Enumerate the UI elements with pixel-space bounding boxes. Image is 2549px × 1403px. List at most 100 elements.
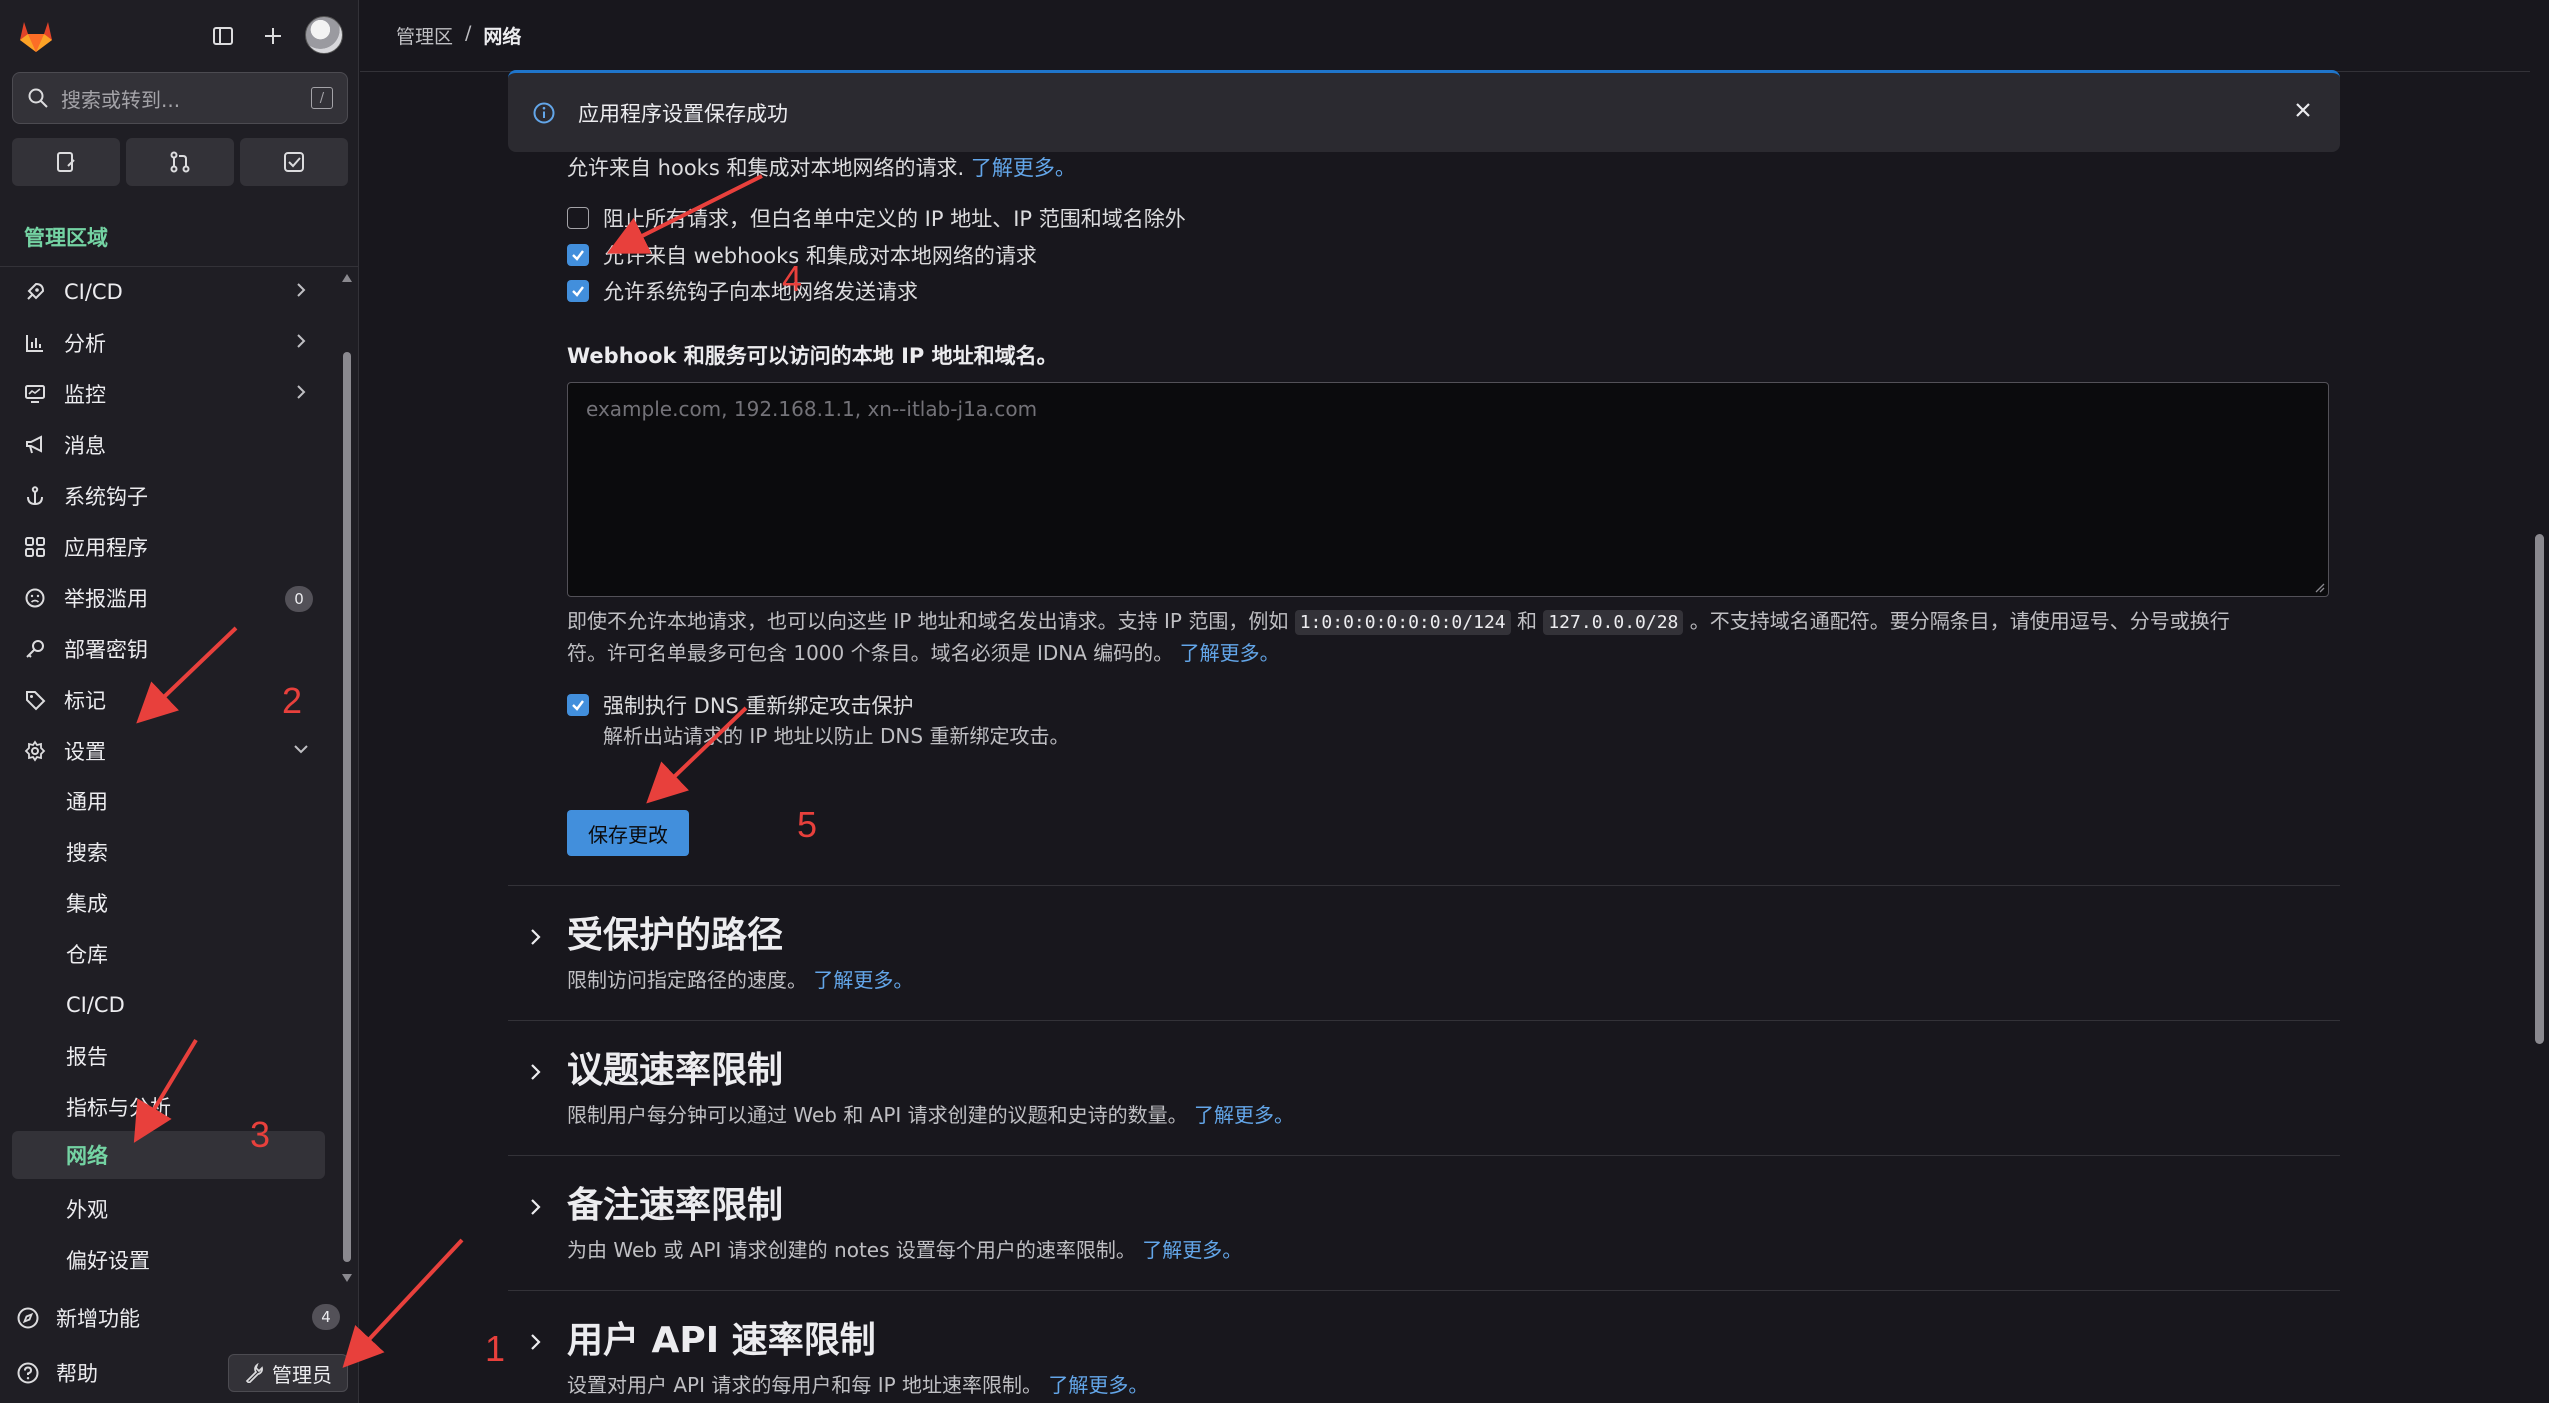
sidebar-item-label: 标记 [64, 689, 106, 713]
admin-area-title: 管理区域 [24, 226, 108, 250]
settings-sub-reporting[interactable]: 报告 [12, 1032, 325, 1080]
settings-sub-search[interactable]: 搜索 [12, 828, 325, 876]
page-scrollbar-thumb[interactable] [2535, 534, 2544, 1044]
sidebar-item-cicd[interactable]: CI/CD [12, 267, 325, 317]
chevron-right-icon[interactable] [524, 1061, 546, 1087]
search-input[interactable]: 搜索或转到... / [12, 72, 348, 124]
issues-icon [57, 152, 75, 172]
chevron-right-icon[interactable] [524, 1331, 546, 1357]
sidebar-scrollbar-thumb[interactable] [343, 352, 351, 1262]
allow-system-hooks-local-label[interactable]: 允许系统钩子向本地网络发送请求 [603, 276, 918, 306]
user-avatar[interactable] [305, 16, 343, 54]
settings-sub-repository[interactable]: 仓库 [12, 930, 325, 978]
sidebar-item-monitoring[interactable]: 监控 [12, 369, 325, 419]
sidebar-item-label: 消息 [64, 434, 106, 458]
section-notes-rate-limit[interactable]: 备注速率限制 为由 Web 或 API 请求创建的 notes 设置每个用户的速… [508, 1155, 2340, 1290]
dns-rebinding-label[interactable]: 强制执行 DNS 重新绑定攻击保护 [603, 690, 914, 720]
section-description: 限制用户每分钟可以通过 Web 和 API 请求创建的议题和史诗的数量。 了解更… [567, 1099, 1294, 1128]
todos-button[interactable] [240, 138, 348, 186]
allowlist-help-part3: 符。许可名单最多可包含 1000 个条目。域名必须是 IDNA 编码的。 [567, 641, 1174, 665]
sidebar-item-settings[interactable]: 设置 [12, 726, 325, 776]
settings-sub-preferences[interactable]: 偏好设置 [12, 1236, 325, 1284]
page-scrollbar[interactable] [2530, 0, 2549, 1403]
search-shortcut: / [311, 87, 333, 109]
help-label: 帮助 [56, 1362, 98, 1386]
settings-sub-network[interactable]: 网络 [12, 1131, 325, 1179]
new-features-label: 新增功能 [56, 1307, 140, 1331]
help-link[interactable]: 帮助 [14, 1350, 98, 1396]
save-changes-button[interactable]: 保存更改 [567, 810, 689, 856]
settings-sub-integrations[interactable]: 集成 [12, 879, 325, 927]
allowlist-help-and: 和 [1516, 609, 1537, 633]
allowlist-learn-more-link[interactable]: 了解更多。 [1180, 641, 1280, 665]
sidebar-scrollbar[interactable] [340, 270, 354, 1290]
sidebar-item-label: 举报滥用 [64, 587, 148, 611]
sidebar-footer: 新增功能 4 帮助 管理员 [0, 1290, 359, 1403]
check-icon [572, 286, 584, 297]
toggle-sidebar-icon[interactable] [205, 18, 241, 54]
section-description: 限制访问指定路径的速度。 了解更多。 [567, 964, 913, 993]
sidebar-item-system-hooks[interactable]: 系统钩子 [12, 471, 325, 521]
sidebar-item-label: 部署密钥 [64, 638, 148, 662]
ip-range-example-2: 127.0.0.0/28 [1543, 610, 1684, 635]
sidebar-item-label: 设置 [64, 740, 106, 764]
sidebar: 搜索或转到... / 管理区域 CI/CD 分析 监控 消息 系统钩子 应用程序… [0, 0, 359, 1403]
close-icon[interactable] [2292, 99, 2314, 125]
top-bar: 管理区 / 网络 [360, 0, 2530, 72]
allowlist-textarea[interactable]: example.com, 192.168.1.1, xn--itlab-j1a.… [567, 382, 2329, 597]
sidebar-item-label: 系统钩子 [64, 485, 148, 509]
breadcrumb-root[interactable]: 管理区 [396, 22, 453, 49]
section-title: 用户 API 速率限制 [567, 1320, 876, 1361]
issues-button[interactable] [12, 138, 120, 186]
scroll-down-icon[interactable] [342, 1274, 352, 1282]
gitlab-logo-icon[interactable] [16, 16, 56, 56]
section-issues-rate-limit[interactable]: 议题速率限制 限制用户每分钟可以通过 Web 和 API 请求创建的议题和史诗的… [508, 1020, 2340, 1155]
resize-handle-icon[interactable] [2313, 581, 2325, 593]
sad-face-icon [22, 585, 48, 611]
merge-requests-button[interactable] [126, 138, 234, 186]
section-learn-more-link[interactable]: 了解更多。 [813, 968, 913, 992]
create-new-icon[interactable] [255, 18, 291, 54]
allow-webhooks-local-label[interactable]: 允许来自 webhooks 和集成对本地网络的请求 [603, 240, 1037, 270]
annotation-number-3: 3 [250, 1114, 271, 1155]
info-icon [533, 102, 555, 123]
chevron-right-icon[interactable] [524, 1196, 546, 1222]
dns-rebinding-checkbox[interactable] [567, 694, 589, 716]
dns-rebinding-help: 解析出站请求的 IP 地址以防止 DNS 重新绑定攻击。 [603, 724, 1070, 748]
new-features-badge: 4 [312, 1304, 340, 1330]
abuse-count-badge: 0 [285, 586, 313, 612]
sidebar-item-abuse-reports[interactable]: 举报滥用 0 [12, 573, 325, 623]
admin-button[interactable]: 管理员 [228, 1354, 348, 1392]
section-description-text: 限制用户每分钟可以通过 Web 和 API 请求创建的议题和史诗的数量。 [567, 1103, 1188, 1127]
breadcrumb-current[interactable]: 网络 [483, 22, 521, 49]
outbound-learn-more-link[interactable]: 了解更多。 [971, 156, 1076, 180]
compass-icon [14, 1306, 42, 1330]
allow-webhooks-local-checkbox[interactable] [567, 244, 589, 266]
settings-sub-cicd[interactable]: CI/CD [12, 981, 325, 1029]
allow-system-hooks-local-checkbox[interactable] [567, 280, 589, 302]
allowlist-help-text: 即使不允许本地请求，也可以向这些 IP 地址和域名发出请求。支持 IP 范围，例… [567, 606, 2337, 669]
chevron-right-icon[interactable] [524, 926, 546, 952]
sidebar-item-deploy-keys[interactable]: 部署密钥 [12, 624, 325, 674]
settings-sub-general[interactable]: 通用 [12, 777, 325, 825]
sidebar-item-analytics[interactable]: 分析 [12, 318, 325, 368]
section-learn-more-link[interactable]: 了解更多。 [1142, 1238, 1242, 1262]
section-description-text: 限制访问指定路径的速度。 [567, 968, 807, 992]
settings-sub-metrics[interactable]: 指标与分析 [12, 1083, 325, 1131]
breadcrumb: 管理区 / 网络 [396, 22, 521, 49]
sidebar-item-applications[interactable]: 应用程序 [12, 522, 325, 572]
settings-sub-appearance[interactable]: 外观 [12, 1185, 325, 1233]
block-all-requests-checkbox[interactable] [567, 207, 589, 229]
sidebar-item-labels[interactable]: 标记 [12, 675, 325, 725]
section-learn-more-link[interactable]: 了解更多。 [1194, 1103, 1294, 1127]
section-protected-paths[interactable]: 受保护的路径 限制访问指定路径的速度。 了解更多。 [508, 885, 2340, 1020]
block-all-requests-label[interactable]: 阻止所有请求，但白名单中定义的 IP 地址、IP 范围和域名除外 [603, 203, 1186, 233]
new-features-link[interactable]: 新增功能 4 [14, 1295, 340, 1341]
sidebar-item-label: 应用程序 [64, 536, 148, 560]
scroll-up-icon[interactable] [342, 274, 352, 282]
breadcrumb-separator: / [465, 22, 472, 44]
sidebar-item-messages[interactable]: 消息 [12, 420, 325, 470]
allowlist-placeholder: example.com, 192.168.1.1, xn--itlab-j1a.… [586, 397, 1038, 421]
section-learn-more-link[interactable]: 了解更多。 [1048, 1373, 1148, 1397]
section-user-api-rate-limit[interactable]: 用户 API 速率限制 设置对用户 API 请求的每用户和每 IP 地址速率限制… [508, 1290, 2340, 1403]
